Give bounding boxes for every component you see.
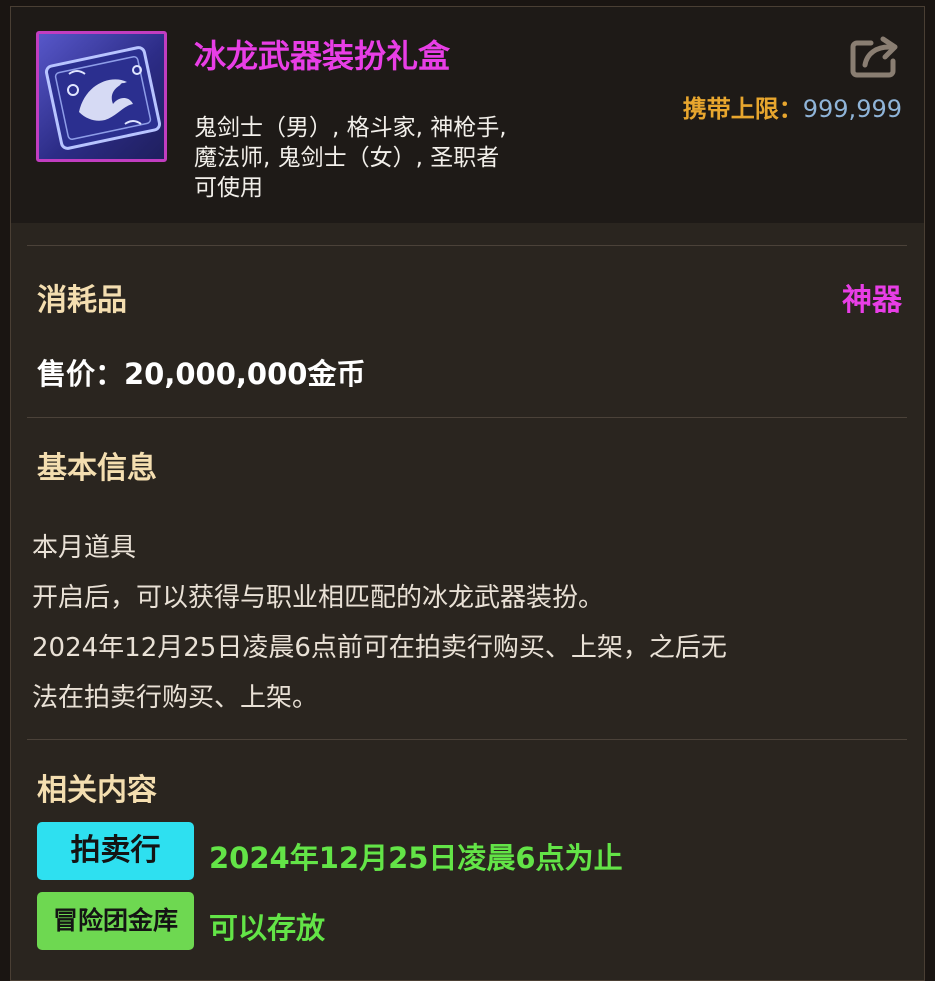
section-title-related: 相关内容 [37,773,157,808]
divider [27,417,907,418]
dragon-gift-box-icon [36,31,167,162]
auction-house-tag[interactable]: 拍卖行 [37,822,194,880]
adventure-bank-status: 可以存放 [209,911,326,945]
sell-price: 售价：20,000,000金币 [37,357,366,391]
auction-house-deadline: 2024年12月25日凌晨6点为止 [209,841,623,875]
tooltip-header: 冰龙武器装扮礼盒 鬼剑士（男）, 格斗家, 神枪手, 魔法师, 鬼剑士（女）, … [11,7,924,223]
divider [27,739,907,740]
usable-classes: 鬼剑士（男）, 格斗家, 神枪手, 魔法师, 鬼剑士（女）, 圣职者 可使用 [194,113,574,203]
description-line: 本月道具 [32,533,137,563]
divider [27,245,907,246]
description-line: 法在拍卖行购买、上架。 [32,683,319,713]
description-line: 开启后，可以获得与职业相匹配的冰龙武器装扮。 [32,583,605,613]
classes-line: 魔法师, 鬼剑士（女）, 圣职者 [194,145,500,171]
adventure-bank-tag[interactable]: 冒险团金库 [37,892,194,950]
rarity-label: 神器 [842,283,902,318]
section-title-basic-info: 基本信息 [37,451,157,486]
classes-line: 可使用 [194,175,263,201]
item-tooltip: 冰龙武器装扮礼盒 鬼剑士（男）, 格斗家, 神枪手, 魔法师, 鬼剑士（女）, … [10,6,925,981]
carry-limit-label: 携带上限： [682,95,803,123]
item-type: 消耗品 [37,283,127,318]
item-description: 本月道具 开启后，可以获得与职业相匹配的冰龙武器装扮。 2024年12月25日凌… [32,523,892,723]
carry-limit-value: 999,999 [802,95,902,123]
share-icon[interactable] [849,35,901,79]
item-name: 冰龙武器装扮礼盒 [194,37,451,75]
classes-line: 鬼剑士（男）, 格斗家, 神枪手, [194,115,507,141]
description-line: 2024年12月25日凌晨6点前可在拍卖行购买、上架，之后无 [32,633,727,663]
carry-limit: 携带上限：999,999 [683,89,902,124]
